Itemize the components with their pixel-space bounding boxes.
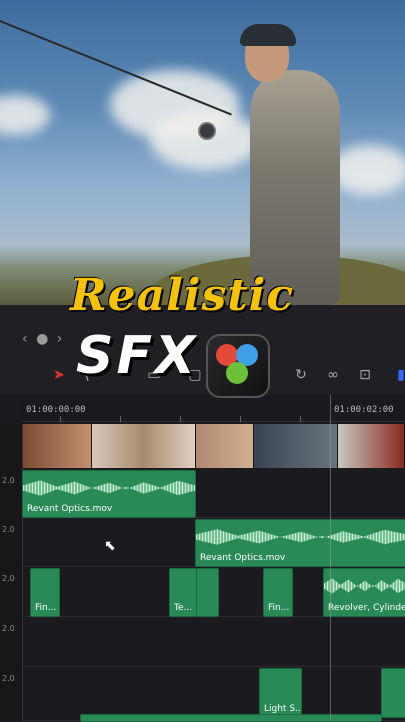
playhead[interactable] <box>330 395 331 720</box>
clip-label: Te... <box>174 603 193 613</box>
video-track[interactable] <box>22 424 405 468</box>
audio-clip[interactable]: Revant Optics.mov <box>195 519 405 567</box>
video-thumbnail <box>253 424 338 468</box>
flag-icon[interactable]: ▮ <box>392 366 405 384</box>
clip-label: Revolver, Cylinder S <box>328 603 405 613</box>
audio-clip[interactable]: Revant Optics.mov <box>22 470 196 518</box>
audio-clip[interactable] <box>381 668 405 718</box>
chevron-right-icon[interactable]: › <box>57 331 63 347</box>
track-level: 2.0 <box>2 574 15 583</box>
waveform <box>23 480 195 496</box>
ruler-tick <box>120 416 121 422</box>
ruler-tick <box>300 416 301 422</box>
dot-icon: ● <box>36 331 49 347</box>
track-level: 2.0 <box>2 525 15 534</box>
davinci-resolve-logo-icon <box>206 334 270 398</box>
snap-icon[interactable]: ↻ <box>292 366 310 384</box>
video-thumbnail <box>22 424 93 468</box>
audio-clip-bottom[interactable] <box>80 714 382 722</box>
audio-lane-a5[interactable] <box>22 666 405 721</box>
cloud <box>330 145 405 195</box>
lock-icon[interactable]: ⊡ <box>356 366 374 384</box>
video-thumbnail <box>92 424 196 468</box>
track-level: 2.0 <box>2 674 15 683</box>
clip-label: Fin... <box>35 603 57 613</box>
ruler-tick <box>180 416 181 422</box>
video-thumbnail <box>337 424 405 468</box>
clip-label: Light S... <box>264 704 302 714</box>
audio-clip[interactable]: Light S... <box>259 668 302 718</box>
video-thumbnail <box>195 424 254 468</box>
ruler-tick <box>60 416 61 422</box>
reel <box>198 122 216 140</box>
viewer-nav: ‹ ● › <box>22 331 62 347</box>
clip-label: Fin... <box>268 603 290 613</box>
audio-clip[interactable]: Fin... <box>263 568 293 617</box>
angler-cap <box>240 24 296 46</box>
audio-clip[interactable]: Revolver, Cylinder S <box>323 568 405 617</box>
overlay-title-line1: Realistic <box>70 270 295 321</box>
chevron-left-icon[interactable]: ‹ <box>22 331 28 347</box>
clip-label: Revant Optics.mov <box>200 553 286 563</box>
overlay-title-line2: SFX <box>76 326 199 386</box>
audio-clip[interactable]: Te... <box>169 568 197 617</box>
pointer-icon[interactable]: ➤ <box>50 366 68 384</box>
track-level: 2.0 <box>2 624 15 633</box>
cloud <box>150 110 260 170</box>
cloud <box>0 95 50 135</box>
audio-lane-a4[interactable] <box>22 616 405 667</box>
mouse-cursor-icon: ⬉ <box>104 538 116 554</box>
waveform <box>324 578 405 594</box>
audio-clip[interactable]: Fin... <box>30 568 60 617</box>
ruler-tick <box>240 416 241 422</box>
clip-label: Revant Optics.mov <box>27 504 113 514</box>
waveform <box>196 529 405 545</box>
link-icon[interactable]: ∞ <box>324 366 342 384</box>
video-preview <box>0 0 405 305</box>
timecode-2s: 01:00:02:00 <box>334 405 394 415</box>
timecode-start: 01:00:00:00 <box>26 405 86 415</box>
track-level: 2.0 <box>2 476 15 485</box>
audio-clip[interactable] <box>196 568 219 617</box>
logo-petal <box>226 362 248 384</box>
